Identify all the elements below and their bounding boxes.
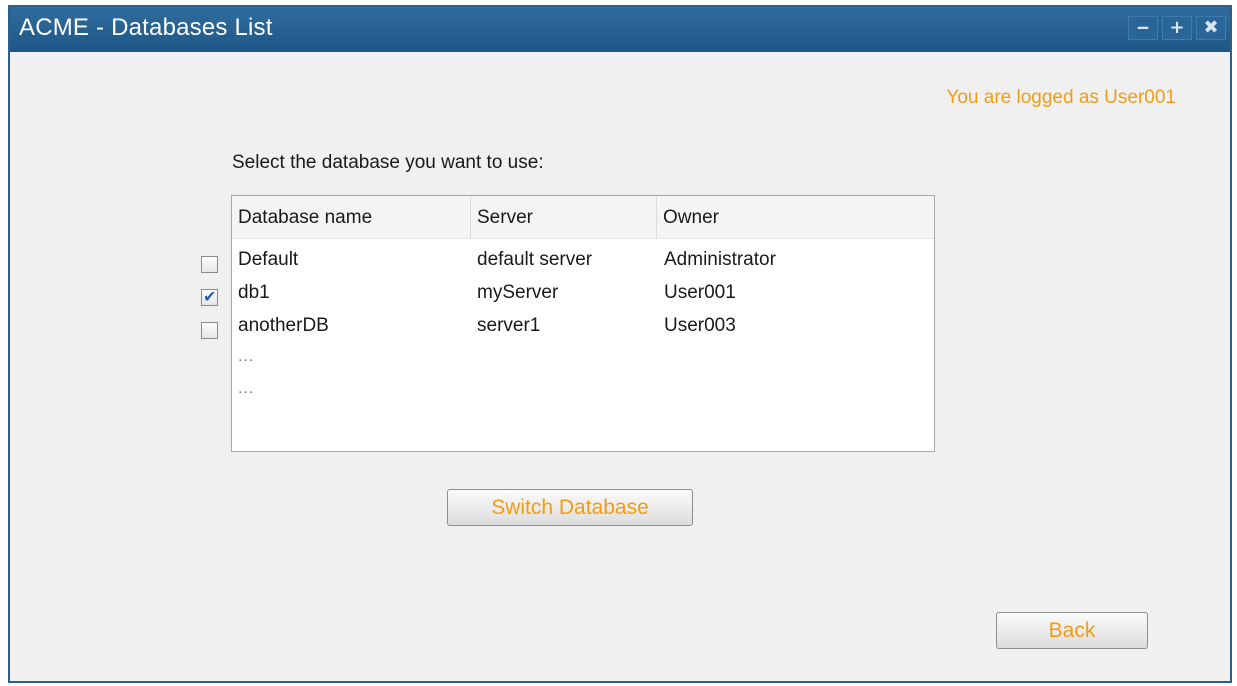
- cell-server: default server: [477, 249, 593, 270]
- back-button[interactable]: Back: [996, 612, 1148, 649]
- table-row[interactable]: anotherDB server1 User003: [232, 309, 934, 342]
- row-checkbox-anotherdb[interactable]: [201, 322, 218, 339]
- table-row[interactable]: db1 myServer User001: [232, 276, 934, 309]
- column-header-database-name[interactable]: Database name: [232, 196, 471, 239]
- cell-database-name: anotherDB: [238, 315, 329, 336]
- cell-server: myServer: [477, 282, 559, 303]
- cell-database-name: db1: [238, 282, 270, 303]
- checkmark-icon: ✔: [203, 287, 217, 306]
- title-bar: ACME - Databases List ‒ + ✖: [10, 7, 1230, 52]
- app-window: ACME - Databases List ‒ + ✖ You are logg…: [8, 5, 1232, 683]
- column-header-owner[interactable]: Owner: [657, 196, 936, 239]
- cell-owner: User001: [664, 282, 736, 303]
- minimize-button[interactable]: ‒: [1128, 16, 1158, 40]
- more-rows-placeholder: ...: [238, 380, 255, 397]
- table-header: Database name Server Owner: [232, 196, 934, 239]
- row-checkbox-default[interactable]: [201, 256, 218, 273]
- databases-table[interactable]: Database name Server Owner Default defau…: [231, 195, 935, 452]
- window-content: You are logged as User001 Select the dat…: [10, 52, 1230, 681]
- cell-database-name: Default: [238, 249, 299, 270]
- switch-database-button[interactable]: Switch Database: [447, 489, 693, 526]
- cell-server: server1: [477, 315, 541, 336]
- table-row[interactable]: Default default server Administrator: [232, 243, 934, 276]
- select-database-prompt: Select the database you want to use:: [232, 152, 544, 173]
- close-button[interactable]: ✖: [1196, 16, 1226, 40]
- more-rows-placeholder: ...: [238, 348, 255, 365]
- logged-user-label: You are logged as User001: [946, 87, 1176, 108]
- row-checkbox-db1[interactable]: ✔: [201, 287, 218, 306]
- cell-owner: User003: [664, 315, 736, 336]
- window-controls: ‒ + ✖: [1128, 16, 1226, 40]
- maximize-button[interactable]: +: [1162, 16, 1192, 40]
- column-header-server[interactable]: Server: [471, 196, 657, 239]
- cell-owner: Administrator: [664, 249, 776, 270]
- window-title: ACME - Databases List: [19, 14, 273, 41]
